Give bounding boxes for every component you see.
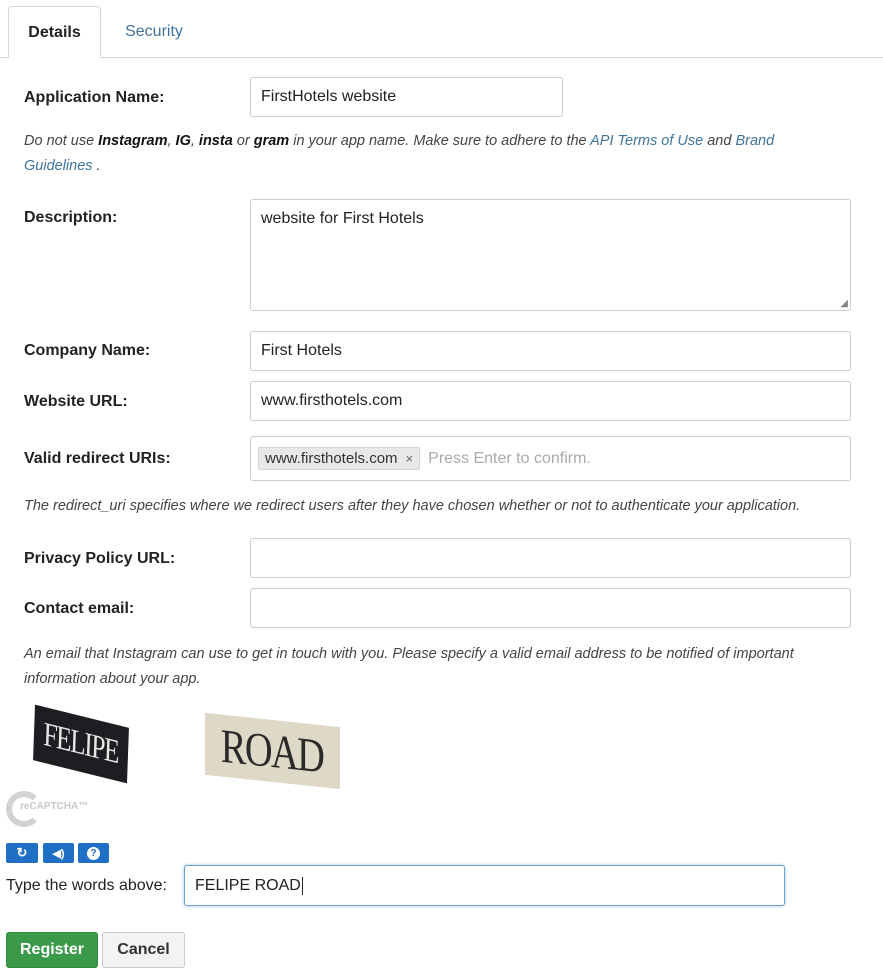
resize-handle-icon[interactable]: ◢ bbox=[840, 299, 848, 309]
captcha-input[interactable]: FELIPE ROAD bbox=[184, 865, 785, 906]
description-value: website for First Hotels bbox=[261, 210, 424, 227]
description-label: Description: bbox=[24, 209, 118, 226]
tab-security[interactable]: Security bbox=[106, 6, 202, 57]
help-icon: ? bbox=[87, 846, 100, 860]
register-button[interactable]: Register bbox=[6, 932, 98, 968]
app-name-value: FirstHotels website bbox=[261, 88, 397, 105]
company-name-label: Company Name: bbox=[24, 342, 151, 359]
redirect-placeholder: Press Enter to confirm. bbox=[428, 449, 591, 467]
captcha-image-word2: ROAD bbox=[205, 712, 340, 790]
cancel-button[interactable]: Cancel bbox=[102, 932, 185, 968]
audio-icon: ◀) bbox=[52, 847, 65, 860]
text-cursor bbox=[301, 876, 303, 895]
company-name-value: First Hotels bbox=[261, 342, 342, 359]
refresh-icon: ↻ bbox=[16, 845, 28, 860]
contact-email-help: An email that Instagram can use to get i… bbox=[24, 646, 794, 687]
tab-bar: Details Security bbox=[0, 0, 883, 58]
captcha-input-value: FELIPE ROAD bbox=[195, 876, 301, 894]
redirect-uris-label: Valid redirect URIs: bbox=[24, 450, 171, 467]
chip-remove-icon[interactable]: × bbox=[406, 451, 414, 466]
website-url-label: Website URL: bbox=[24, 393, 128, 410]
captcha-audio-button[interactable]: ◀) bbox=[43, 843, 74, 863]
app-name-help: Do not use Instagram, IG, insta or gram … bbox=[24, 133, 775, 174]
app-name-input[interactable]: FirstHotels website bbox=[250, 77, 563, 117]
redirect-uri-chip: www.firsthotels.com × bbox=[258, 447, 421, 470]
api-terms-link[interactable]: API Terms of Use bbox=[590, 133, 703, 149]
captcha-refresh-button[interactable]: ↻ bbox=[6, 843, 38, 863]
tab-details[interactable]: Details bbox=[8, 6, 101, 58]
captcha-help-button[interactable]: ? bbox=[78, 843, 109, 863]
redirect-help: The redirect_uri specifies where we redi… bbox=[24, 498, 801, 514]
app-name-label: Application Name: bbox=[24, 89, 165, 106]
privacy-policy-label: Privacy Policy URL: bbox=[24, 550, 176, 567]
contact-email-label: Contact email: bbox=[24, 600, 135, 617]
company-name-input[interactable]: First Hotels bbox=[250, 331, 851, 371]
captcha-image-word1: FELIPE bbox=[33, 704, 129, 784]
captcha-prompt: Type the words above: bbox=[6, 877, 167, 894]
redirect-uris-input[interactable]: www.firsthotels.com × Press Enter to con… bbox=[250, 436, 851, 481]
privacy-policy-input[interactable] bbox=[250, 538, 851, 578]
website-url-input[interactable]: www.firsthotels.com bbox=[250, 381, 851, 421]
contact-email-input[interactable] bbox=[250, 588, 851, 628]
description-textarea[interactable]: website for First Hotels ◢ bbox=[250, 199, 851, 311]
website-url-value: www.firsthotels.com bbox=[261, 392, 403, 409]
recaptcha-logo: reCAPTCHA™ bbox=[6, 789, 116, 833]
